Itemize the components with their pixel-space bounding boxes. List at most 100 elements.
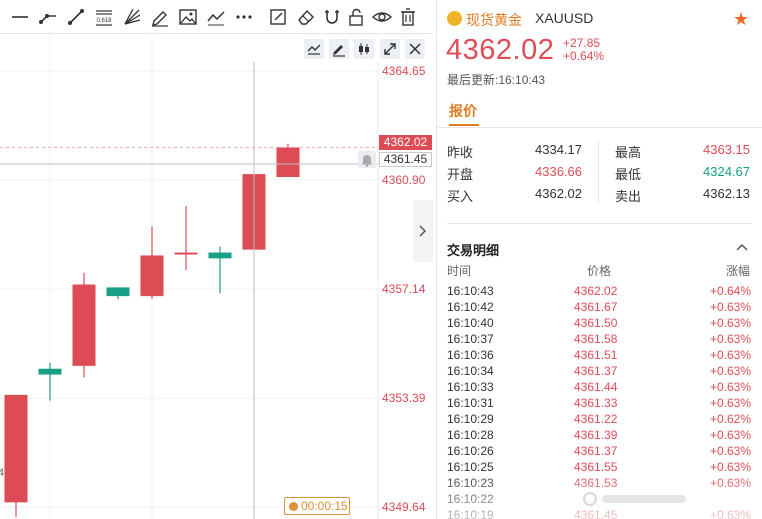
- high-label: 最高: [615, 145, 642, 160]
- trade-price: 4361.33: [574, 396, 618, 410]
- trade-time: 16:10:28: [447, 428, 494, 442]
- candlestick-chart[interactable]: 4364.65 4360.90 4357.14 4353.39 4349.64 4: [0, 0, 433, 519]
- prev-close-value: 4334.17: [535, 142, 582, 157]
- trade-change: +0.63%: [709, 476, 751, 490]
- trade-time: 16:10:34: [447, 364, 494, 378]
- bid-value: 4362.02: [535, 186, 582, 201]
- ask-value: 4362.13: [703, 186, 750, 201]
- clock-icon: [289, 502, 298, 511]
- trade-time: 16:10:33: [447, 380, 494, 394]
- trade-price: 4361.58: [574, 332, 618, 346]
- trade-price: 4361.37: [574, 364, 618, 378]
- draw-pen-button[interactable]: [329, 39, 349, 59]
- last-price-tag: 4362.02: [379, 135, 432, 150]
- stats-divider: [598, 141, 599, 203]
- price-tick-label: 4349.64: [382, 500, 426, 514]
- high-value: 4363.15: [703, 142, 750, 157]
- trade-row: 16:10:40 4361.50 +0.63%: [437, 316, 762, 332]
- trade-time: 16:10:23: [447, 476, 494, 490]
- trade-change: +0.63%: [709, 380, 751, 394]
- favorite-star-icon[interactable]: ★: [733, 10, 749, 28]
- candle-body: [4, 394, 28, 503]
- candle-body: [106, 287, 130, 297]
- chart-type-button[interactable]: [354, 39, 374, 59]
- chevron-up-icon[interactable]: [735, 242, 749, 252]
- open-label: 开盘: [447, 167, 474, 182]
- trade-change: +0.63%: [709, 332, 751, 346]
- trade-time: 16:10:40: [447, 316, 494, 330]
- trade-time: 16:10:25: [447, 460, 494, 474]
- chart-panel[interactable]: 0.618 4364.65 4360.90 4357.14 4353.39 43…: [0, 0, 433, 519]
- trade-price: 4361.67: [574, 300, 618, 314]
- trade-time: 16:10:36: [447, 348, 494, 362]
- trade-row: 16:10:28 4361.39 +0.63%: [437, 428, 762, 444]
- close-chart-button[interactable]: [405, 39, 425, 59]
- trade-time: 16:10:22: [447, 492, 494, 506]
- trade-price: 4361.55: [574, 460, 618, 474]
- trade-price: 4362.02: [574, 284, 618, 298]
- trade-change: +0.63%: [709, 300, 751, 314]
- collapse-sidebar-button[interactable]: [413, 200, 433, 262]
- candle-body: [38, 368, 62, 375]
- trade-time: 16:10:26: [447, 444, 494, 458]
- trade-time: 16:10:19: [447, 508, 494, 519]
- open-value: 4336.66: [535, 164, 582, 179]
- last-price: 4362.02: [446, 34, 555, 66]
- trade-row: 16:10:19 4361.45 +0.63%: [437, 508, 762, 519]
- ask-label: 卖出: [615, 189, 642, 204]
- prev-close-label: 昨收: [447, 145, 474, 160]
- candle-body: [208, 252, 232, 259]
- trade-price: 4361.45: [574, 508, 618, 519]
- price-tick-label: 4357.14: [382, 282, 426, 296]
- tab-quote[interactable]: 报价: [449, 101, 477, 121]
- countdown-text: 00:00:15: [301, 499, 348, 513]
- trade-price: 4361.39: [574, 428, 618, 442]
- section-divider: [447, 223, 751, 224]
- active-tab-indicator: [449, 124, 479, 126]
- trade-change: +0.63%: [709, 460, 751, 474]
- gold-coin-icon: [447, 11, 462, 26]
- trade-row: 16:10:43 4362.02 +0.64%: [437, 284, 762, 300]
- candle-body: [174, 252, 198, 255]
- symbol-code: XAUUSD: [535, 10, 594, 26]
- quote-panel: 现货黄金 XAUUSD ★ 4362.02 +27.85 +0.64% 最后更新…: [436, 0, 762, 519]
- indicator-button[interactable]: [304, 39, 324, 59]
- symbol-name: 现货黄金: [466, 12, 522, 28]
- trade-change: +0.63%: [709, 444, 751, 458]
- trade-change: +0.62%: [709, 412, 751, 426]
- trade-change: +0.64%: [709, 284, 751, 298]
- trade-row: 16:10:29 4361.22 +0.62%: [437, 412, 762, 428]
- trade-row: 16:10:26 4361.37 +0.63%: [437, 444, 762, 460]
- trade-change: +0.63%: [709, 348, 751, 362]
- candle-body: [276, 147, 300, 178]
- trade-time: 16:10:42: [447, 300, 494, 314]
- trade-price: 4361.22: [574, 412, 618, 426]
- trade-row: 16:10:42 4361.67 +0.63%: [437, 300, 762, 316]
- trade-row: 16:10:31 4361.33 +0.63%: [437, 396, 762, 412]
- change-absolute: +27.85: [563, 36, 601, 50]
- trades-title: 交易明细: [447, 243, 500, 258]
- partial-axis-label: 4: [0, 467, 4, 479]
- trade-row: 16:10:37 4361.58 +0.63%: [437, 332, 762, 348]
- price-tick-label: 4360.90: [382, 173, 426, 187]
- tab-divider: [437, 127, 762, 128]
- col-time-header: 时间: [447, 264, 472, 278]
- trade-row: 16:10:25 4361.55 +0.63%: [437, 460, 762, 476]
- trade-change: +0.63%: [709, 364, 751, 378]
- low-label: 最低: [615, 167, 642, 182]
- candle-body: [72, 284, 96, 366]
- trades-list[interactable]: 16:10:43 4362.02 +0.64% 16:10:42 4361.67 +0.6…: [437, 284, 762, 519]
- price-tick-label: 4364.65: [382, 64, 426, 78]
- trade-change: +0.63%: [709, 508, 751, 519]
- col-change-header: 涨幅: [725, 264, 750, 278]
- candle-body: [140, 255, 164, 297]
- trade-time: 16:10:37: [447, 332, 494, 346]
- fullscreen-button[interactable]: [380, 39, 400, 59]
- trade-price: 4361.50: [574, 316, 618, 330]
- price-alert-bell-icon[interactable]: [358, 151, 376, 168]
- col-price-header: 价格: [587, 264, 612, 278]
- trade-change: +0.63%: [709, 428, 751, 442]
- trade-price: 4361.37: [574, 444, 618, 458]
- trade-time: 16:10:29: [447, 412, 494, 426]
- crosshair-price-tag: 4361.45: [379, 152, 432, 167]
